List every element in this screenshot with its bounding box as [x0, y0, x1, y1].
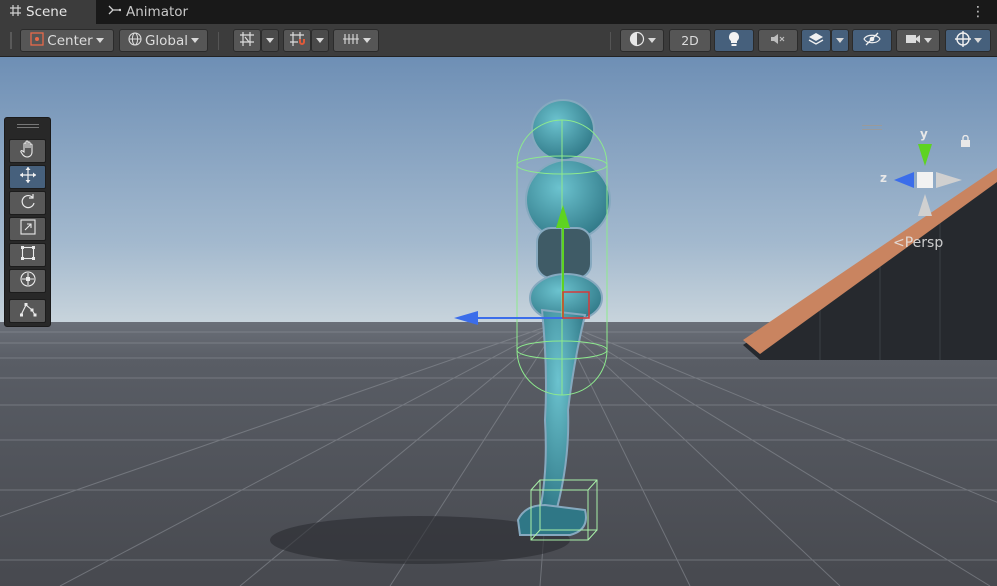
hand-tool-button[interactable] — [9, 139, 46, 163]
increment-snap-button[interactable] — [283, 29, 311, 52]
eye-hidden-icon — [863, 32, 881, 50]
orientation-gizmo[interactable]: y z — [878, 127, 968, 220]
tab-bar: Scene Animator ⋮ — [0, 0, 997, 24]
toolbar-separator — [610, 32, 611, 50]
effects-toggle[interactable] — [801, 29, 831, 52]
toolbar-separator — [218, 32, 219, 50]
hand-icon — [19, 140, 36, 162]
grid-icon — [10, 4, 21, 20]
scene-camera-dropdown[interactable] — [896, 29, 940, 52]
custom-tool-button[interactable] — [9, 299, 46, 323]
scene-render — [0, 57, 997, 586]
tab-scene[interactable]: Scene — [0, 0, 96, 24]
lighting-toggle[interactable] — [714, 29, 754, 52]
shading-mode-icon — [629, 31, 645, 51]
chevron-down-icon — [973, 38, 982, 43]
move-arrows-icon — [19, 166, 37, 188]
y-axis-label: y — [920, 127, 928, 141]
grid-snap-button[interactable] — [233, 29, 261, 52]
draw-mode-dropdown[interactable] — [620, 29, 664, 52]
scene-toolbar: Center Global 2D — [0, 24, 997, 57]
gizmos-dropdown[interactable] — [945, 29, 991, 52]
rotate-tool-button[interactable] — [9, 191, 46, 215]
pivot-icon — [30, 31, 44, 50]
increment-snap-menu[interactable] — [311, 29, 329, 52]
pivot-label: Center — [47, 32, 93, 49]
tab-animator[interactable]: Animator — [98, 0, 208, 24]
tools-palette — [4, 117, 51, 327]
chevron-down-icon — [362, 38, 371, 43]
snap-settings-dropdown[interactable] — [333, 29, 379, 52]
magnet-grid-icon — [289, 31, 305, 51]
more-options-icon[interactable]: ⋮ — [971, 2, 985, 22]
toolbar-grip — [10, 32, 12, 49]
grid-snap-icon — [239, 31, 255, 51]
z-axis-cone — [894, 172, 914, 188]
gizmos-icon — [954, 30, 971, 51]
space-dropdown[interactable]: Global — [119, 29, 208, 52]
chevron-down-icon — [316, 38, 324, 43]
y-axis-cone — [918, 144, 932, 166]
projection-label: Persp — [904, 235, 944, 251]
tab-animator-label: Animator — [126, 4, 189, 20]
space-label: Global — [144, 32, 189, 49]
chevron-down-icon — [266, 38, 274, 43]
chevron-left-icon: < — [893, 235, 905, 251]
center-cube — [917, 172, 933, 188]
mode-2d-toggle[interactable]: 2D — [669, 29, 711, 52]
rect-transform-icon — [20, 245, 36, 265]
camera-icon — [905, 33, 921, 49]
effects-menu[interactable] — [831, 29, 849, 52]
neg-y-axis-cone — [918, 194, 932, 216]
grid-snap-menu[interactable] — [261, 29, 279, 52]
chevron-down-icon — [647, 38, 656, 43]
custom-tool-icon — [19, 301, 37, 321]
scene-visibility-toggle[interactable] — [852, 29, 892, 52]
transform-icon — [19, 270, 37, 292]
chevron-down-icon — [191, 38, 200, 43]
scale-icon — [19, 219, 36, 239]
projection-toggle[interactable]: <Persp — [893, 235, 943, 251]
move-tool-button[interactable] — [9, 165, 46, 189]
rotate-icon — [20, 193, 36, 213]
chevron-down-icon — [836, 38, 844, 43]
rect-tool-button[interactable] — [9, 243, 46, 267]
animator-icon — [108, 4, 122, 20]
ruler-icon — [342, 32, 360, 50]
scene-viewport[interactable]: y z <Persp — [0, 57, 997, 586]
layers-effects-icon — [808, 32, 824, 50]
palette-grip[interactable] — [17, 124, 39, 128]
lightbulb-icon — [727, 31, 741, 51]
audio-toggle[interactable] — [758, 29, 798, 52]
chevron-down-icon — [95, 38, 104, 43]
pivot-dropdown[interactable]: Center — [20, 29, 114, 52]
neg-x-axis-cone — [936, 172, 962, 188]
tab-scene-label: Scene — [26, 4, 68, 20]
transform-tool-button[interactable] — [9, 269, 46, 293]
mode-2d-label: 2D — [681, 33, 699, 48]
scale-tool-button[interactable] — [9, 217, 46, 241]
globe-icon — [128, 31, 142, 50]
chevron-down-icon — [923, 38, 932, 43]
z-axis-label: z — [880, 171, 887, 185]
audio-muted-icon — [770, 32, 786, 50]
